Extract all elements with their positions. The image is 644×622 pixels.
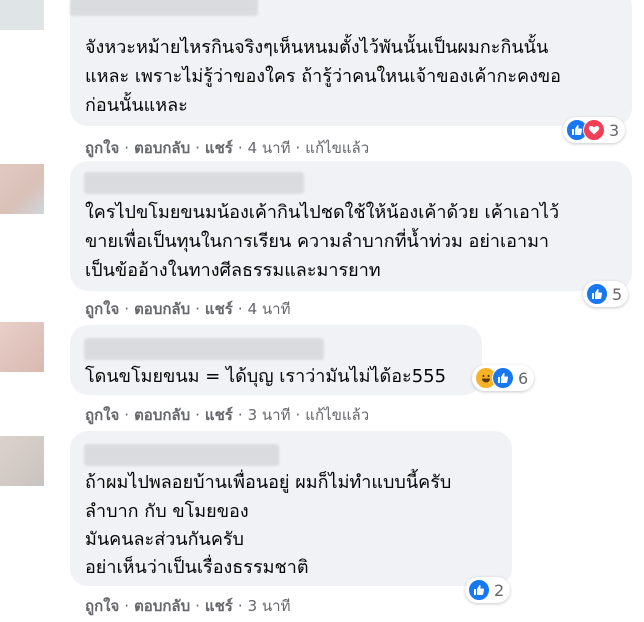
like-link[interactable]: ถูกใจ	[85, 139, 119, 157]
comment-text-line: จังหวะหม้ายไหรกินจริงๆเห็นหนมตั้งไว้พันน…	[85, 37, 549, 58]
share-link[interactable]: แชร์	[205, 597, 233, 615]
comment-text-line: อย่าเห็นว่าเป็นเรื่องธรรมชาติ	[85, 557, 309, 578]
comment-actions: ถูกใจ · ตอบกลับ · แชร์ · 4 นาที · แก้ไขแล้ว	[85, 139, 370, 157]
reactions-badge[interactable]: 3	[563, 117, 626, 143]
like-icon	[468, 579, 490, 601]
comment-text-line: ขายเพื่อเป็นทุนในการเรียน ความลำบากที่น้…	[85, 231, 550, 252]
comment-text-line: ก่อนนั้นแหละ	[85, 95, 188, 116]
share-link[interactable]: แชร์	[205, 139, 233, 157]
author-name-blurred[interactable]	[84, 444, 279, 466]
reaction-count: 3	[609, 120, 620, 140]
reactions-badge[interactable]: 5	[583, 281, 629, 307]
comment-actions: ถูกใจ · ตอบกลับ · แชร์ · 4 นาที	[85, 300, 291, 318]
reactions-badge[interactable]: 6	[472, 365, 535, 391]
comment-actions: ถูกใจ · ตอบกลับ · แชร์ · 3 นาที	[85, 597, 291, 615]
comment-text-line: ใครไปขโมยขนมน้องเค้ากินไปชดใช้ให้น้องเค้…	[85, 202, 560, 223]
avatar[interactable]	[0, 0, 44, 30]
like-icon	[586, 283, 608, 305]
like-link[interactable]: ถูกใจ	[85, 300, 119, 318]
reply-link[interactable]: ตอบกลับ	[134, 300, 190, 318]
reply-link[interactable]: ตอบกลับ	[134, 597, 190, 615]
like-link[interactable]: ถูกใจ	[85, 406, 119, 424]
reaction-count: 2	[494, 580, 505, 600]
share-link[interactable]: แชร์	[205, 300, 233, 318]
comment-text-line: ลำบาก กับ ขโมยของ	[85, 501, 249, 522]
author-name-blurred[interactable]	[70, 0, 258, 16]
comment-actions: ถูกใจ · ตอบกลับ · แชร์ · 3 นาที · แก้ไขแล้ว	[85, 406, 370, 424]
love-icon	[583, 119, 605, 141]
edited-label[interactable]: แก้ไขแล้ว	[305, 139, 369, 157]
author-name-blurred[interactable]	[84, 338, 324, 360]
avatar[interactable]	[0, 164, 44, 214]
reply-link[interactable]: ตอบกลับ	[134, 406, 190, 424]
reaction-count: 5	[612, 284, 623, 304]
comment-text-line: แหละ เพราะไม่รู้ว่าของใคร ถ้ารู้ว่าคนใหน…	[85, 66, 561, 87]
avatar[interactable]	[0, 436, 44, 486]
author-name-blurred[interactable]	[84, 172, 304, 194]
comment-text-line: เป็นข้ออ้างในทางศีลธรรมและมารยาท	[85, 260, 381, 281]
comment-text-line: มันคนละส่วนกันครับ	[85, 529, 244, 550]
avatar[interactable]	[0, 322, 44, 372]
timestamp[interactable]: 3 นาที	[248, 406, 291, 424]
reactions-badge[interactable]: 2	[465, 577, 511, 603]
like-link[interactable]: ถูกใจ	[85, 597, 119, 615]
timestamp[interactable]: 4 นาที	[248, 300, 291, 318]
reaction-count: 6	[518, 368, 529, 388]
comment-text-line: ถ้าผมไปพลอยบ้านเพื่อนอยู่ ผมก็ไม่ทำแบบนี…	[85, 472, 452, 493]
like-icon	[492, 367, 514, 389]
comment-text-line: โดนขโมยขนม = ได้บุญ เราว่ามันไม่ได้อะ555	[85, 366, 447, 387]
timestamp[interactable]: 4 นาที	[248, 139, 291, 157]
edited-label[interactable]: แก้ไขแล้ว	[305, 406, 369, 424]
share-link[interactable]: แชร์	[205, 406, 233, 424]
reply-link[interactable]: ตอบกลับ	[134, 139, 190, 157]
timestamp[interactable]: 3 นาที	[248, 597, 291, 615]
